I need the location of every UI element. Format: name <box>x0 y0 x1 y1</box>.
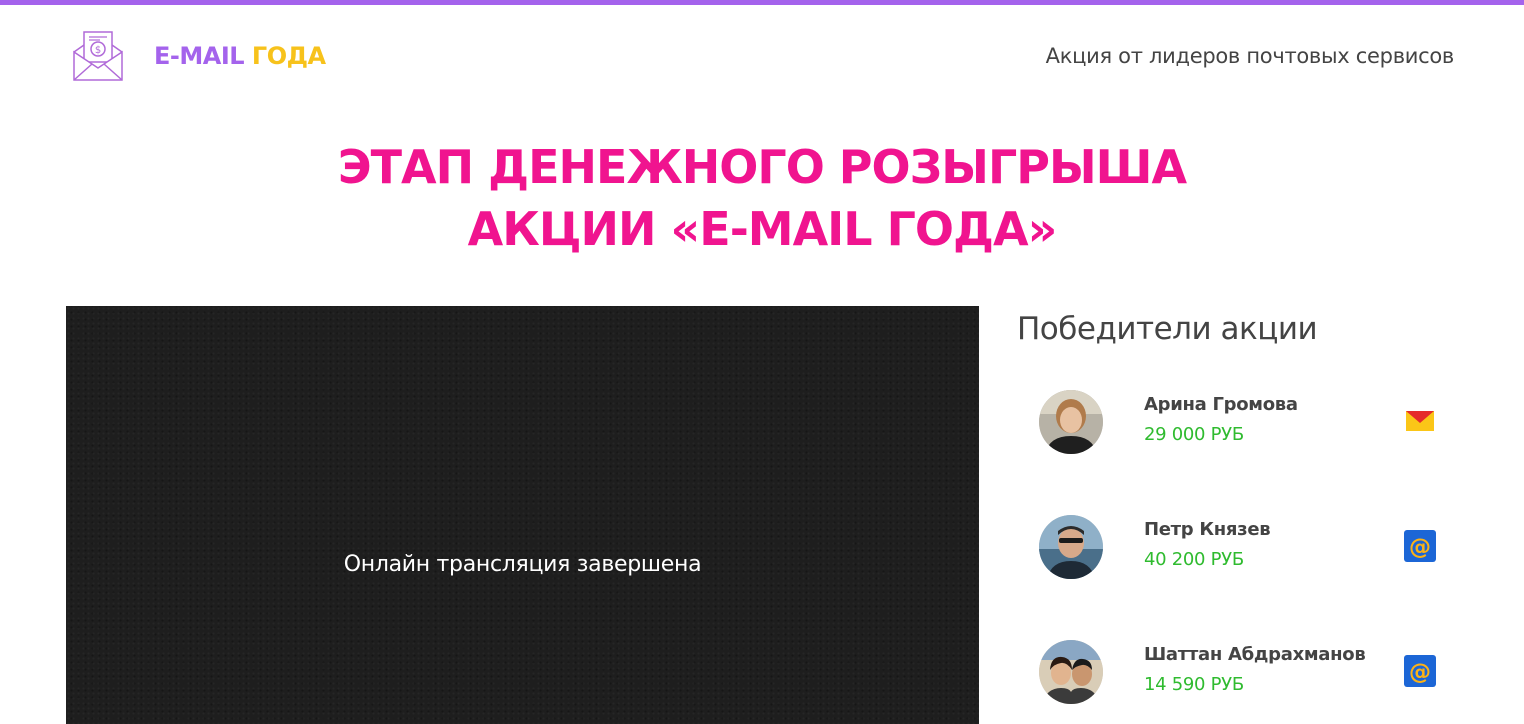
winner-name: Шаттан Абдрахманов <box>1144 644 1366 665</box>
svg-text:$: $ <box>95 45 101 56</box>
envelope-money-icon[interactable]: $ <box>72 30 124 82</box>
avatar <box>1039 515 1103 579</box>
svg-text:@: @ <box>1409 535 1431 560</box>
winner-amount: 40 200 РУБ <box>1144 549 1244 570</box>
winner-amount: 14 590 РУБ <box>1144 674 1244 695</box>
winner-item: Петр Князев 40 200 РУБ @ <box>1030 515 1450 585</box>
avatar <box>1039 390 1103 454</box>
header-tagline: Акция от лидеров почтовых сервисов <box>1045 44 1455 68</box>
mail-ru-icon: @ <box>1404 655 1436 687</box>
svg-text:@: @ <box>1409 660 1431 685</box>
yandex-mail-icon <box>1406 411 1434 431</box>
winner-item: Арина Громова 29 000 РУБ <box>1030 390 1450 460</box>
winner-name: Петр Князев <box>1144 519 1271 540</box>
mail-ru-icon: @ <box>1404 530 1436 562</box>
logo-year-text: ГОДА <box>251 42 326 70</box>
winner-name: Арина Громова <box>1144 394 1298 415</box>
page-title-line2: АКЦИИ «E-MAIL ГОДА» <box>467 202 1058 256</box>
avatar <box>1039 640 1103 704</box>
logo-email-text: E-MAIL <box>154 42 245 70</box>
logo[interactable]: E-MAIL ГОДА <box>154 40 326 72</box>
page-title-line1: ЭТАП ДЕНЕЖНОГО РОЗЫГРЫША <box>337 140 1187 194</box>
winner-item: Шаттан Абдрахманов 14 590 РУБ @ <box>1030 640 1450 710</box>
page-title: ЭТАП ДЕНЕЖНОГО РОЗЫГРЫША АКЦИИ «E-MAIL Г… <box>0 136 1524 260</box>
winner-amount: 29 000 РУБ <box>1144 424 1244 445</box>
stream-status-text: Онлайн трансляция завершена <box>343 552 702 577</box>
video-player[interactable]: Онлайн трансляция завершена <box>66 306 979 724</box>
winners-title: Победители акции <box>1017 311 1318 347</box>
top-accent-bar <box>0 0 1524 5</box>
